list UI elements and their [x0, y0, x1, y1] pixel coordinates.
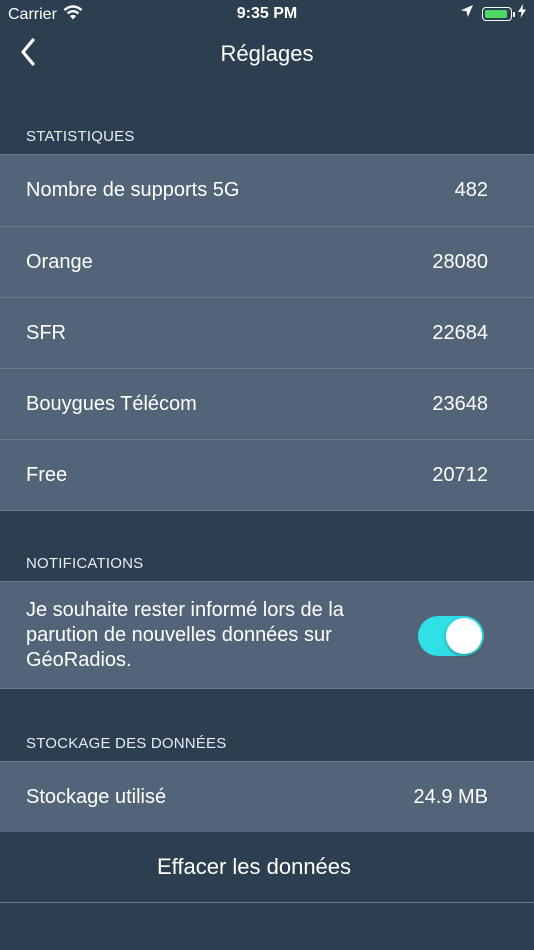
section-header-storage: STOCKAGE DES DONNÉES: [26, 735, 227, 752]
stat-row-sfr: SFR 22684: [0, 297, 534, 368]
stat-value: 28080: [432, 251, 488, 273]
status-time: 9:35 PM: [236, 5, 298, 22]
settings-screen: Carrier 9:35 PM Réglages STATISTIQUES No…: [0, 0, 534, 950]
section-header-statistics: STATISTIQUES: [26, 128, 135, 145]
storage-used-value: 24.9 MB: [413, 786, 488, 808]
stat-label: Free: [26, 464, 68, 486]
battery-icon: [482, 6, 515, 21]
toggle-knob: [446, 618, 482, 654]
page-title: Réglages: [220, 41, 314, 66]
status-bar: Carrier 9:35 PM: [0, 0, 534, 28]
storage-used-row: Stockage utilisé 24.9 MB: [0, 762, 534, 833]
notification-row: Je souhaite rester informé lors de la pa…: [0, 582, 534, 688]
notifications-group: Je souhaite rester informé lors de la pa…: [0, 581, 534, 689]
notification-description: Je souhaite rester informé lors de la pa…: [26, 599, 344, 671]
status-right: [460, 4, 526, 23]
stat-value: 23648: [432, 393, 488, 415]
stat-value: 482: [454, 179, 488, 201]
stat-row-free: Free 20712: [0, 439, 534, 510]
stat-row-orange: Orange 28080: [0, 226, 534, 297]
battery-nub: [513, 11, 515, 17]
charging-bolt-icon: [518, 4, 526, 23]
stat-row-5g: Nombre de supports 5G 482: [0, 155, 534, 226]
navigation-bar: Réglages: [0, 28, 534, 80]
storage-used-label: Stockage utilisé: [26, 786, 167, 808]
stat-label: Nombre de supports 5G: [26, 179, 240, 201]
stat-label: SFR: [26, 322, 66, 344]
stat-value: 20712: [432, 464, 488, 486]
notification-toggle[interactable]: [418, 616, 484, 656]
location-arrow-icon: [460, 4, 474, 23]
stat-row-bouygues: Bouygues Télécom 23648: [0, 368, 534, 439]
stat-label: Orange: [26, 251, 93, 273]
clear-data-label: Effacer les données: [156, 854, 352, 879]
stat-value: 22684: [432, 322, 488, 344]
statistics-group: Nombre de supports 5G 482 Orange 28080 S…: [0, 154, 534, 511]
battery-level-fill: [485, 9, 507, 18]
storage-group: Stockage utilisé 24.9 MB: [0, 761, 534, 834]
stat-label: Bouygues Télécom: [26, 393, 197, 415]
clear-data-button[interactable]: Effacer les données: [0, 832, 534, 903]
section-header-notifications: NOTIFICATIONS: [26, 555, 144, 572]
